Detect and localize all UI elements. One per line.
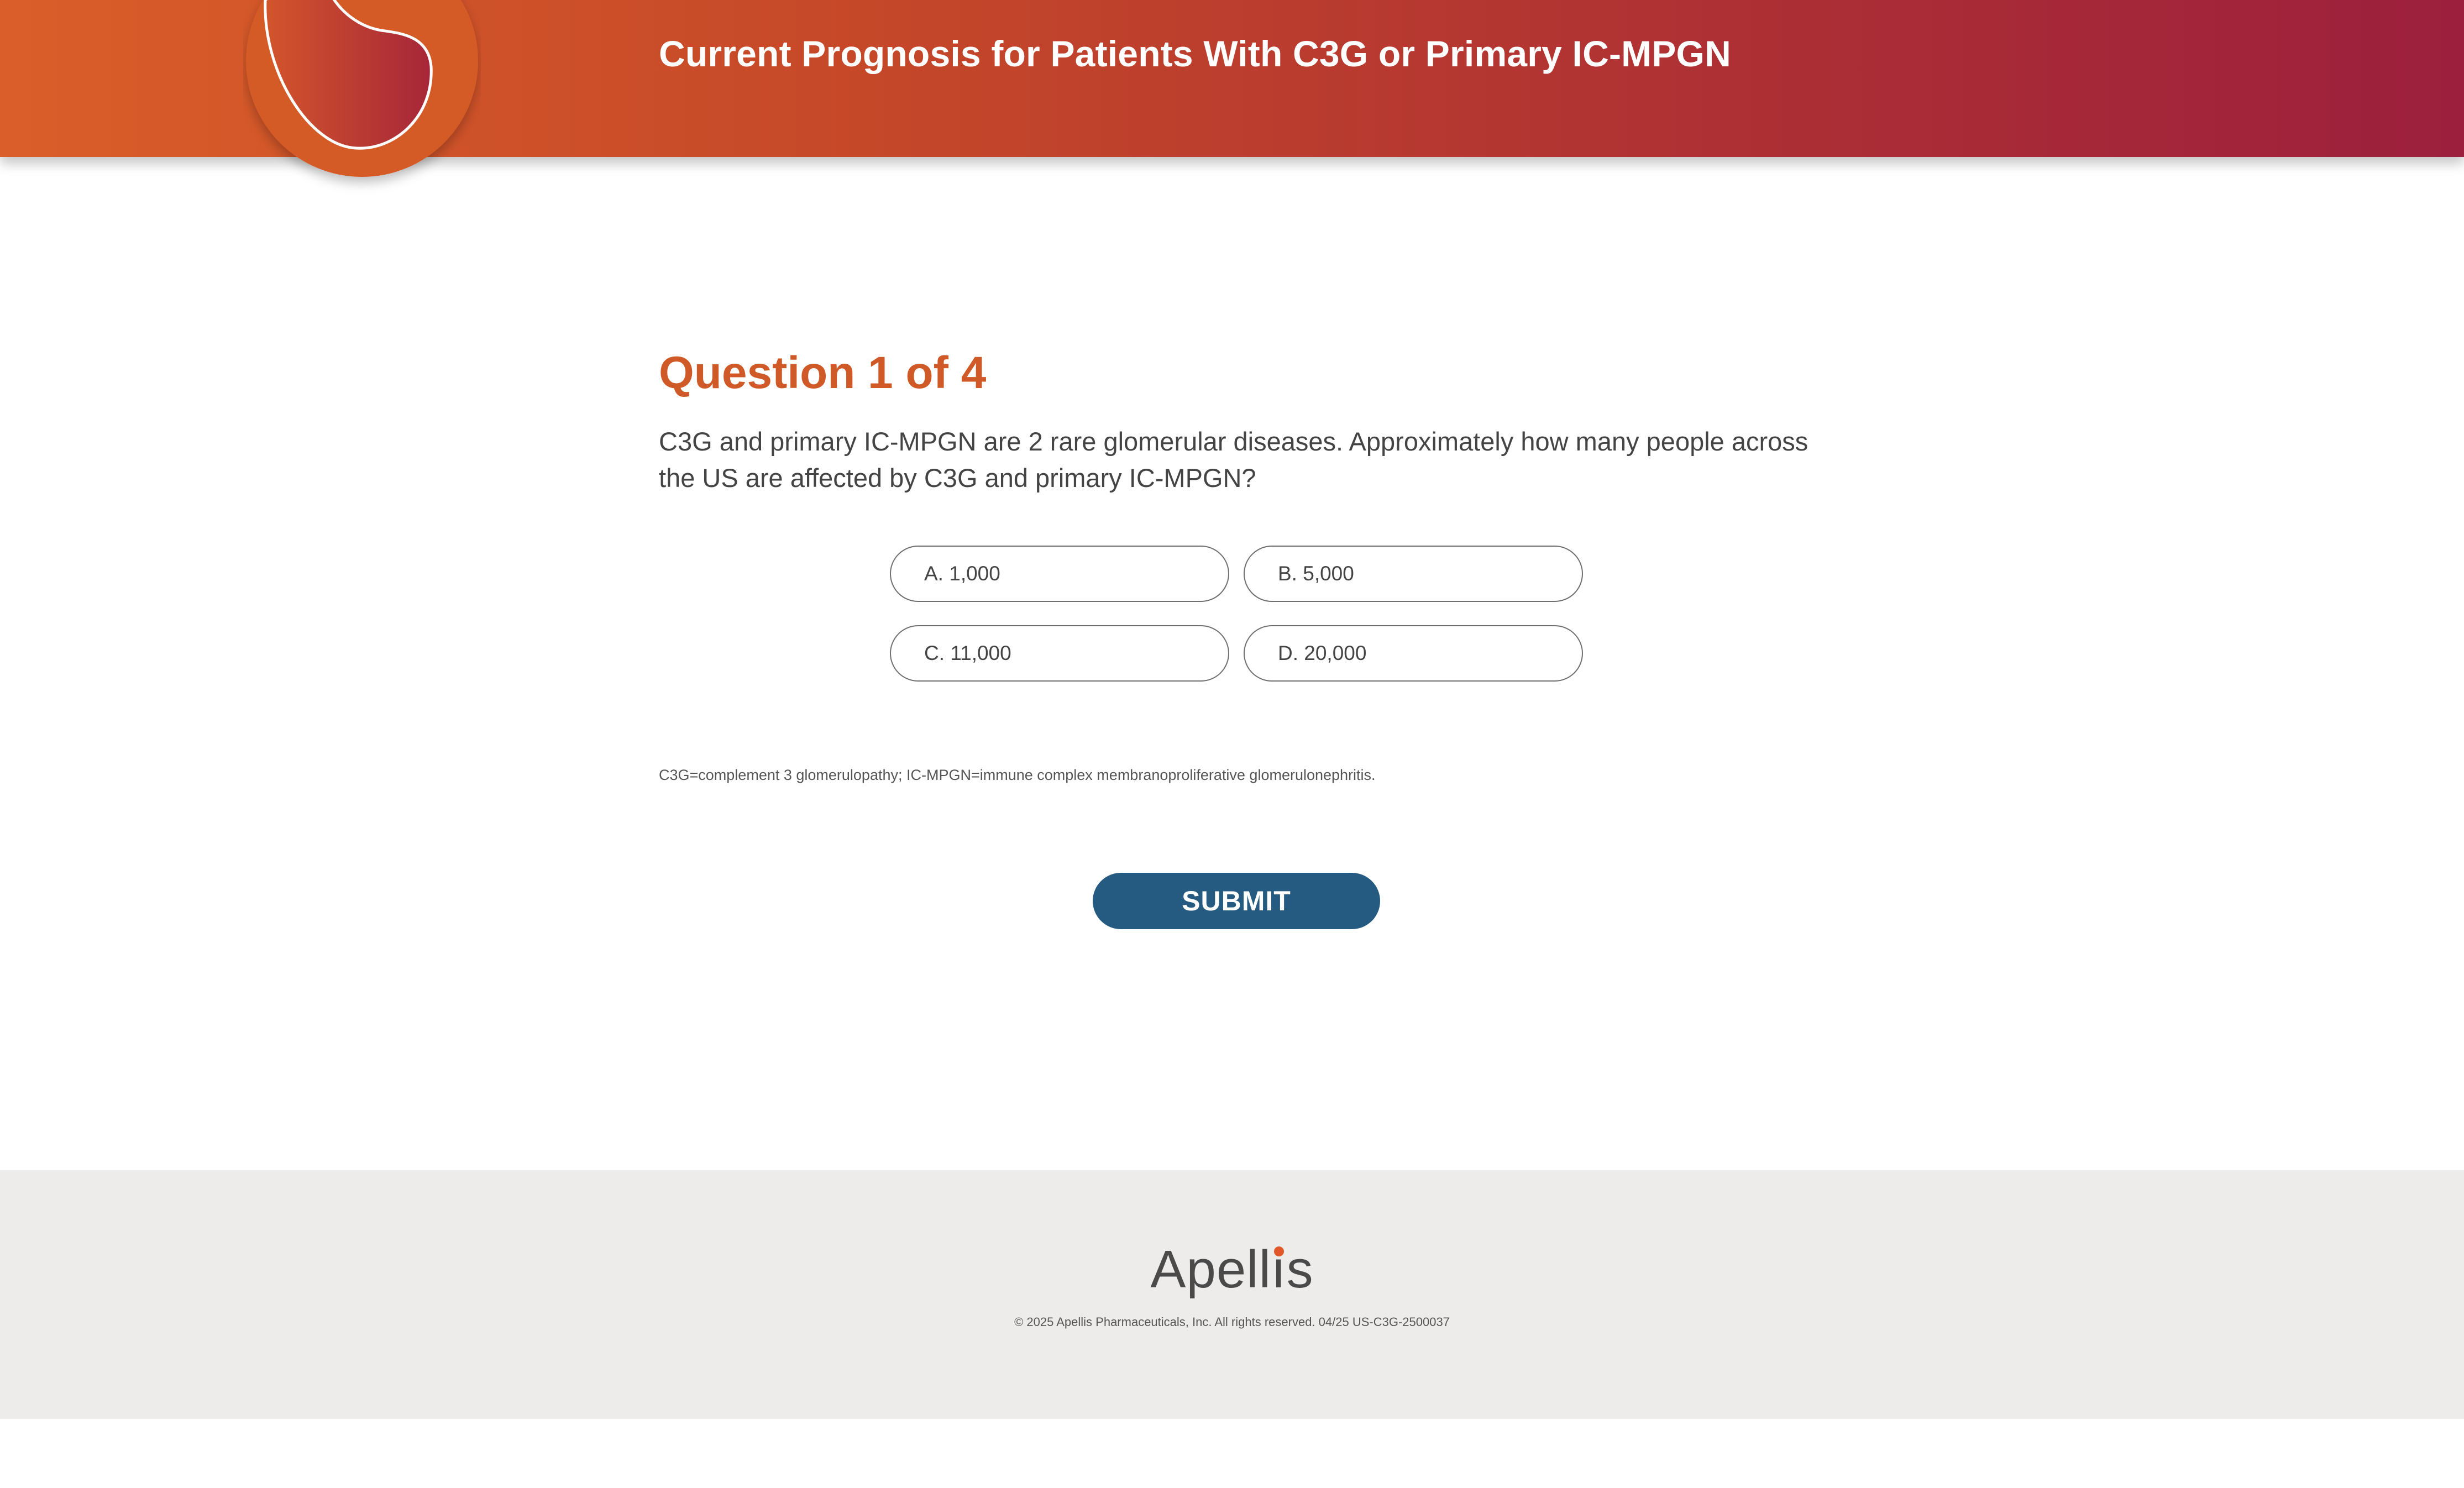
answer-option-b[interactable]: B. 5,000 [1244, 546, 1583, 602]
submit-button[interactable]: SUBMIT [1093, 873, 1380, 929]
logo-text: Apellı s [1150, 1240, 1314, 1299]
question-heading: Question 1 of 4 [659, 348, 987, 398]
question-text: C3G and primary IC-MPGN are 2 rare glome… [659, 427, 1808, 492]
page-title: Current Prognosis for Patients With C3G … [659, 33, 1731, 74]
apellis-logo: Apellı s [0, 1236, 2464, 1303]
answer-option-a[interactable]: A. 1,000 [890, 546, 1229, 602]
answer-option-d[interactable]: D. 20,000 [1244, 625, 1583, 682]
abbreviations-footnote: C3G=complement 3 glomerulopathy; IC-MPGN… [659, 767, 1376, 783]
answer-option-c[interactable]: C. 11,000 [890, 625, 1229, 682]
logo-dot [1273, 1246, 1284, 1256]
kidney-icon [246, 0, 478, 177]
copyright-text: © 2025 Apellis Pharmaceuticals, Inc. All… [1014, 1315, 1450, 1329]
page-footer: Apellı s © 2025 Apellis Pharmaceuticals, … [0, 1170, 2464, 1419]
answer-options: A. 1,000 B. 5,000 C. 11,000 D. 20,000 [890, 546, 1583, 682]
